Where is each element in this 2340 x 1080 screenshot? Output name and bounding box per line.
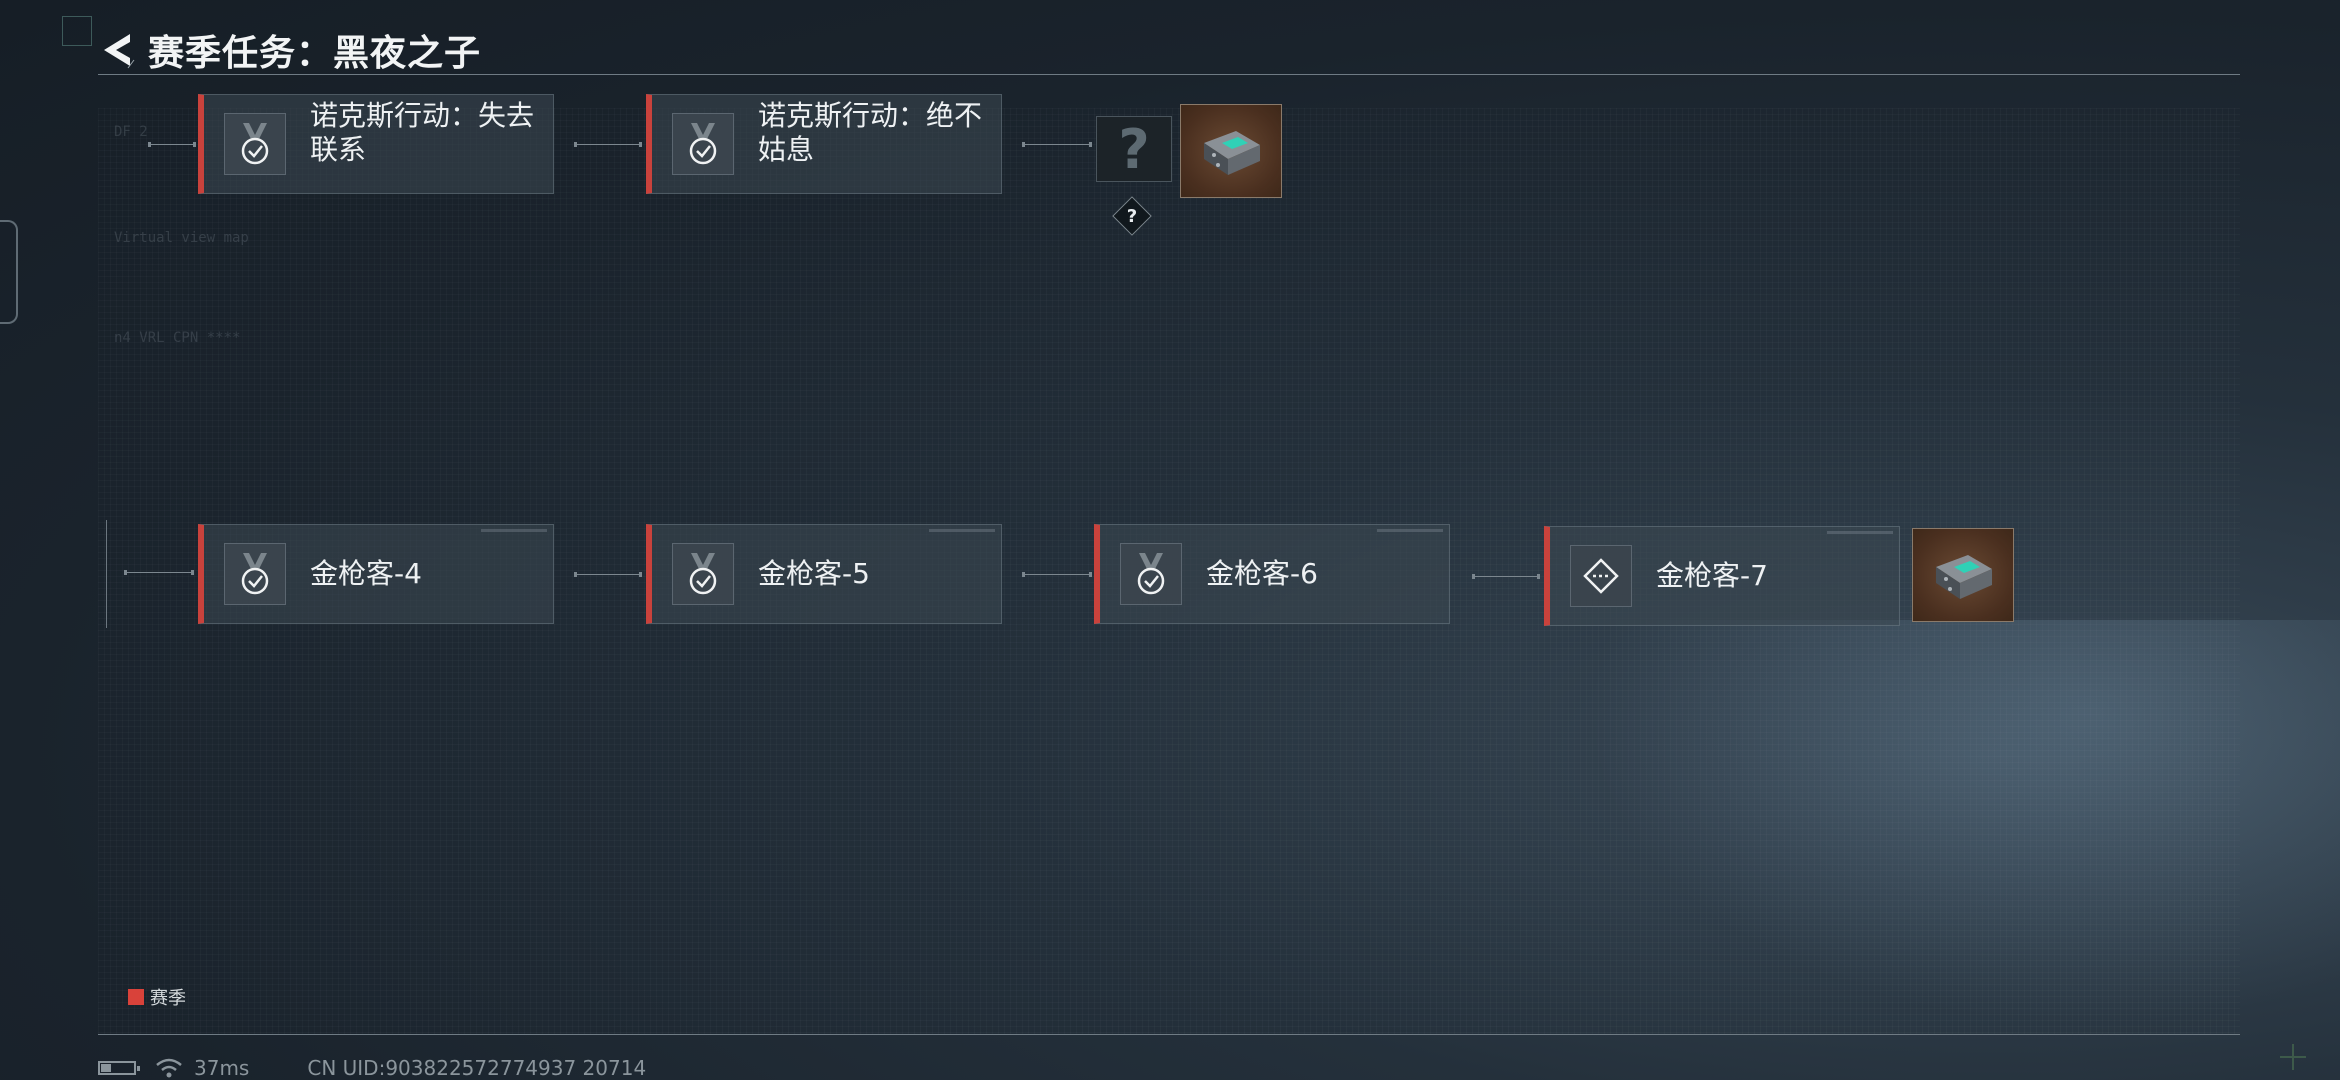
task-card-golden-gunman-7[interactable]: 金枪客-7 <box>1544 526 1900 626</box>
medal-check-icon <box>224 543 286 605</box>
medal-check-icon <box>672 543 734 605</box>
legend: 赛季 <box>128 984 186 1010</box>
supply-crate-icon <box>1204 131 1260 175</box>
storm-backdrop <box>1500 620 2340 1080</box>
connector <box>1022 142 1092 147</box>
battery-icon <box>98 1061 140 1075</box>
uid-text: CN UID:903822572774937 20714 <box>307 1056 647 1080</box>
header-divider <box>98 74 2240 75</box>
branch-line <box>106 520 107 628</box>
side-hex-tab[interactable] <box>0 220 18 324</box>
task-title: 金枪客-6 <box>1206 557 1318 590</box>
footer-divider <box>98 1034 2240 1035</box>
connector <box>1022 572 1092 577</box>
corner-decoration <box>62 16 92 46</box>
connector <box>1472 574 1540 579</box>
task-card-knox-lost-contact[interactable]: 诺克斯行动：失去 联系 <box>198 94 554 194</box>
header: 赛季任务：黑夜之子 <box>98 24 481 76</box>
mystery-symbol: ? <box>1118 117 1150 181</box>
task-title: 金枪客-5 <box>758 557 870 590</box>
connector <box>148 142 196 147</box>
reward-item[interactable] <box>1912 528 2014 622</box>
status-bar: 37ms CN UID:903822572774937 20714 <box>98 1056 646 1080</box>
reward-item[interactable] <box>1180 104 1282 198</box>
task-card-golden-gunman-4[interactable]: 金枪客-4 <box>198 524 554 624</box>
wifi-icon <box>156 1058 182 1078</box>
mystery-node[interactable]: ? <box>1096 116 1172 182</box>
diamond-arrow-icon <box>1570 545 1632 607</box>
task-title: 金枪客-4 <box>310 557 422 590</box>
page-title: 赛季任务：黑夜之子 <box>148 33 482 74</box>
connector <box>124 570 194 575</box>
task-card-golden-gunman-6[interactable]: 金枪客-6 <box>1094 524 1450 624</box>
task-card-golden-gunman-5[interactable]: 金枪客-5 <box>646 524 1002 624</box>
medal-check-icon <box>1120 543 1182 605</box>
back-arrow-icon[interactable] <box>98 28 138 72</box>
connector <box>574 142 642 147</box>
task-title: 金枪客-7 <box>1656 559 1768 592</box>
legend-swatch <box>128 989 144 1005</box>
task-title: 诺克斯行动：绝不 姑息 <box>758 99 983 166</box>
medal-check-icon <box>672 113 734 175</box>
legend-label: 赛季 <box>150 988 186 1009</box>
ping-text: 37ms <box>194 1056 250 1080</box>
corner-decoration <box>2280 1044 2306 1070</box>
task-card-knox-no-mercy[interactable]: 诺克斯行动：绝不 姑息 <box>646 94 1002 194</box>
supply-crate-icon <box>1936 555 1992 599</box>
mystery-badge-text: ? <box>1126 205 1138 227</box>
task-title: 诺克斯行动：失去 联系 <box>310 99 535 166</box>
connector <box>574 572 642 577</box>
medal-check-icon <box>224 113 286 175</box>
